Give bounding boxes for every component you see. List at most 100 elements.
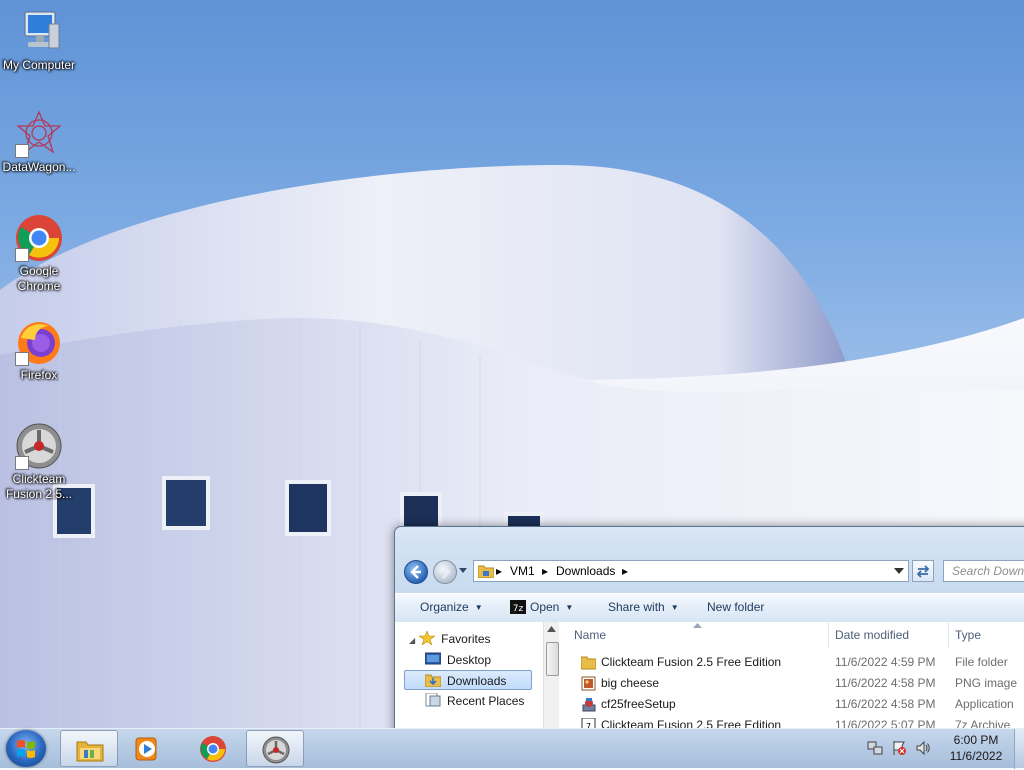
back-button[interactable] (404, 560, 428, 584)
desktop-icon-label: DataWagon... (2, 160, 76, 174)
computer-icon (24, 11, 60, 49)
taskbar: 6:00 PM 11/6/2022 (0, 728, 1024, 769)
file-type: Application (955, 697, 1014, 711)
nav-favorites[interactable]: ◢ Favorites (409, 629, 491, 649)
folder-icon (581, 656, 596, 670)
desktop-icon-clickteam-fusion[interactable]: Clickteam Fusion 2.5... (0, 422, 78, 502)
nav-item-label: Downloads (447, 674, 507, 688)
open-button[interactable]: 7z Open ▼ (510, 600, 573, 614)
file-date-modified: 11/6/2022 4:58 PM (835, 697, 936, 711)
clock-date: 11/6/2022 (949, 749, 1003, 763)
chevron-down-icon: ▼ (474, 603, 483, 612)
start-button[interactable] (6, 730, 46, 767)
refresh-icon (916, 565, 930, 578)
recent-pages-dropdown[interactable] (458, 565, 468, 575)
scrollbar-thumb[interactable] (546, 642, 559, 676)
image-file-icon (581, 676, 596, 691)
collapse-arrow-icon[interactable]: ◢ (409, 636, 415, 645)
file-name: cf25freeSetup (601, 697, 676, 711)
folder-library-icon (76, 741, 104, 762)
star-icon (419, 631, 436, 645)
chevron-down-icon: ▼ (565, 603, 574, 612)
organize-button[interactable]: Organize ▼ (420, 600, 483, 614)
nav-item-downloads[interactable]: Downloads (404, 670, 532, 690)
shortcut-arrow-icon (15, 248, 29, 262)
desktop-icon-label: My Computer (2, 58, 76, 72)
svg-text:7z: 7z (513, 604, 524, 614)
taskbar-app-windows-explorer[interactable] (60, 730, 118, 767)
breadcrumb-separator-icon[interactable]: ▸ (496, 561, 502, 581)
file-date-modified: 11/6/2022 4:58 PM (835, 676, 936, 690)
column-header-name[interactable]: Name (561, 622, 829, 648)
desktop-icon-datawagon[interactable]: DataWagon... (0, 110, 78, 175)
address-bar[interactable]: ▸ VM1 ▸ Downloads ▸ (473, 560, 909, 582)
nav-item-desktop[interactable]: Desktop (425, 650, 525, 670)
file-row[interactable]: big cheese 11/6/2022 4:58 PM PNG image (561, 673, 1024, 694)
content-area: ◢ Favorites Desktop Downloads Recent Plac… (395, 622, 1024, 737)
desktop-icon-label: Firefox (20, 368, 58, 382)
clock[interactable]: 6:00 PM 11/6/2022 (938, 732, 1014, 764)
volume-icon[interactable] (915, 740, 931, 756)
open-label: Open (530, 600, 560, 614)
shortcut-arrow-icon (15, 456, 29, 470)
installer-icon (582, 698, 596, 712)
scroll-up-icon[interactable] (547, 626, 556, 632)
desktop-icon-firefox[interactable]: Firefox (0, 318, 78, 383)
search-input[interactable]: Search Downloads (943, 560, 1024, 582)
column-header-date-modified[interactable]: Date modified (829, 622, 949, 648)
breadcrumb-downloads[interactable]: Downloads (556, 561, 615, 581)
file-type: PNG image (955, 676, 1018, 690)
arrow-right-icon (440, 565, 451, 579)
file-row[interactable]: cf25freeSetup 11/6/2022 4:58 PM Applicatio… (561, 694, 1024, 715)
desktop-folder-icon (425, 652, 441, 665)
organize-label: Organize (420, 600, 469, 614)
file-type: File folder (955, 655, 1008, 669)
windows-logo-icon (17, 740, 35, 758)
desktop-icon-label: Google Chrome (17, 264, 61, 293)
show-desktop-button[interactable] (1014, 729, 1024, 769)
navigation-bar: ▸ VM1 ▸ Downloads ▸ Search Downloads (395, 551, 1024, 587)
recent-places-icon (425, 693, 441, 707)
nav-favorites-label: Favorites (441, 632, 491, 646)
refresh-button[interactable] (912, 560, 934, 582)
arrow-left-icon (410, 565, 421, 579)
breadcrumb-separator-icon[interactable]: ▸ (542, 561, 548, 581)
folder-icon (478, 565, 494, 578)
command-bar: Organize ▼ 7z Open ▼ Share with ▼ New folde… (395, 593, 1024, 623)
new-folder-button[interactable]: New folder (707, 600, 764, 614)
navigation-pane-scrollbar[interactable] (543, 622, 559, 737)
desktop-icon-label: Clickteam Fusion 2.5... (5, 472, 73, 501)
downloads-folder-icon (425, 674, 441, 687)
file-date-modified: 11/6/2022 4:59 PM (835, 655, 936, 669)
media-player-icon (135, 737, 157, 761)
forward-button[interactable] (433, 560, 457, 584)
file-row[interactable]: Clickteam Fusion 2.5 Free Edition 11/6/20… (561, 652, 1024, 673)
column-header-type[interactable]: Type (949, 622, 1024, 648)
taskbar-app-media-player[interactable] (118, 730, 176, 767)
chevron-down-icon: ▼ (670, 603, 679, 612)
taskbar-app-clickteam-fusion[interactable] (246, 730, 304, 767)
desktop-icon-google-chrome[interactable]: Google Chrome (0, 214, 78, 294)
breadcrumb-vm1[interactable]: VM1 (510, 561, 535, 581)
nav-item-recent-places[interactable]: Recent Places (425, 691, 543, 711)
taskbar-app-google-chrome[interactable] (184, 730, 242, 767)
network-icon[interactable] (867, 740, 883, 756)
column-header-label: Name (574, 628, 607, 642)
address-dropdown-icon[interactable] (894, 567, 904, 575)
explorer-window[interactable]: ▸ VM1 ▸ Downloads ▸ Search Downloads Org… (394, 526, 1024, 738)
desktop-icon-my-computer[interactable]: My Computer (0, 8, 78, 73)
action-center-flag-icon[interactable] (891, 740, 907, 756)
file-list: Name Date modified Type Clickteam Fusion… (561, 622, 1024, 737)
share-with-label: Share with (608, 600, 665, 614)
chrome-icon (200, 736, 226, 762)
clock-time: 6:00 PM (953, 733, 999, 747)
nav-item-label: Recent Places (447, 694, 525, 708)
share-with-button[interactable]: Share with ▼ (608, 600, 679, 614)
file-name: Clickteam Fusion 2.5 Free Edition (601, 655, 782, 669)
clickteam-icon (262, 736, 290, 764)
sort-ascending-icon (693, 623, 702, 628)
nav-item-label: Desktop (447, 653, 492, 667)
shortcut-arrow-icon (15, 352, 29, 366)
breadcrumb-separator-icon[interactable]: ▸ (622, 561, 628, 581)
navigation-pane: ◢ Favorites Desktop Downloads Recent Plac… (395, 622, 543, 737)
